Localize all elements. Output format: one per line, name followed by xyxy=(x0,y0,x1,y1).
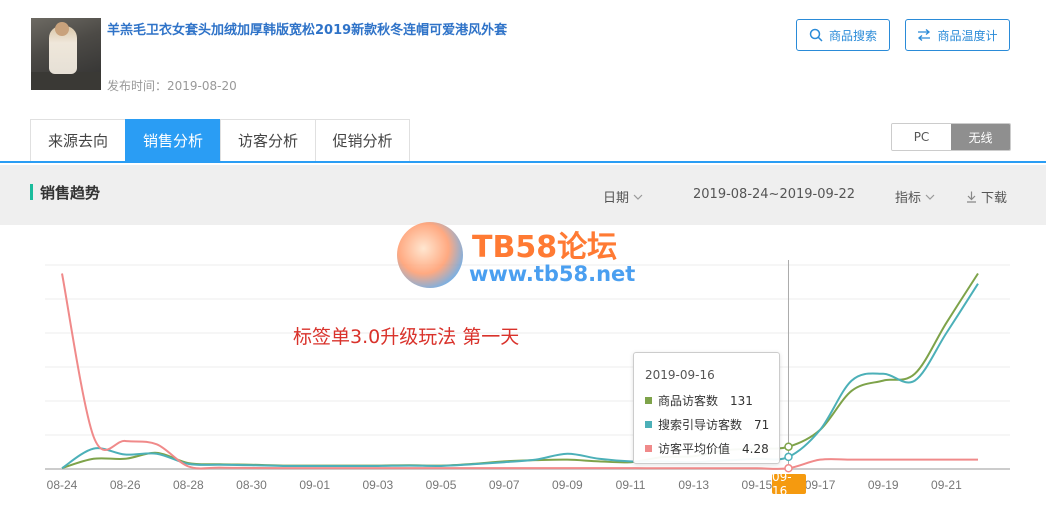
watermark-title: TB58论坛 xyxy=(472,230,618,265)
tab-sales-analysis[interactable]: 销售分析 xyxy=(125,119,220,162)
tab-underline xyxy=(0,161,1046,163)
tooltip-label: 搜索引导访客数 xyxy=(658,418,743,432)
download-button[interactable]: 下载 xyxy=(966,187,1007,206)
section-header: 销售趋势 日期 2019-08-24~2019-09-22 指标 下载 xyxy=(0,165,1046,225)
legend-swatch xyxy=(645,445,652,452)
chevron-down-icon xyxy=(925,194,935,200)
hand-logo-icon xyxy=(397,222,463,288)
x-tick-label: 09-11 xyxy=(616,478,646,492)
download-label: 下载 xyxy=(981,191,1008,206)
watermark-url: www.tb58.net xyxy=(469,262,636,286)
watermark: TB58论坛 www.tb58.net xyxy=(397,222,657,290)
swap-arrows-icon xyxy=(918,29,931,41)
tooltip-date: 2019-09-16 xyxy=(645,368,715,382)
x-tick-label: 08-30 xyxy=(236,478,267,492)
tooltip-row: 商品访客数 131 xyxy=(645,392,753,409)
chevron-down-icon xyxy=(633,194,643,200)
data-point-1[interactable] xyxy=(784,452,793,462)
tooltip-label: 商品访客数 xyxy=(658,394,719,408)
device-wireless-option[interactable]: 无线 xyxy=(951,124,1010,150)
x-tick-label: 09-17 xyxy=(805,478,836,492)
tooltip-value: 4.28 xyxy=(742,441,769,456)
x-tick-label: 09-21 xyxy=(931,478,962,492)
x-tick-label: 09-07 xyxy=(489,478,520,492)
chart-tooltip: 2019-09-16 商品访客数 131 搜索引导访客数 71 访客平均价值 4… xyxy=(633,352,780,464)
date-dropdown-label: 日期 xyxy=(603,191,630,206)
legend-swatch xyxy=(645,421,652,428)
x-tick-label: 09-13 xyxy=(678,478,709,492)
x-tick-label: 09-09 xyxy=(552,478,583,492)
series-line-0 xyxy=(61,272,979,470)
legend-swatch xyxy=(645,397,652,404)
product-search-button[interactable]: 商品搜索 xyxy=(796,19,890,51)
publish-time: 发布时间：2019-08-20 xyxy=(107,79,237,93)
device-pc-option[interactable]: PC xyxy=(892,124,951,150)
x-tick-label: 08-28 xyxy=(173,478,204,492)
tooltip-label: 访客平均价值 xyxy=(658,442,731,456)
product-thermometer-label: 商品温度计 xyxy=(937,28,998,43)
metric-dropdown-label: 指标 xyxy=(895,191,922,206)
section-title: 销售趋势 xyxy=(40,184,101,202)
tab-visitor-analysis[interactable]: 访客分析 xyxy=(220,119,315,162)
series-line-2 xyxy=(61,273,978,470)
section-accent xyxy=(30,184,33,200)
product-thumbnail[interactable] xyxy=(31,18,101,90)
series-line-1 xyxy=(61,283,979,470)
data-point-0[interactable] xyxy=(784,442,793,451)
product-search-label: 商品搜索 xyxy=(828,28,877,43)
x-tick-label: 08-24 xyxy=(47,478,78,492)
tooltip-value: 71 xyxy=(754,417,770,432)
product-title[interactable]: 羊羔毛卫衣女套头加绒加厚韩版宽松2019新款秋冬连帽可爱港风外套 xyxy=(107,19,507,38)
analysis-tabs: 来源去向 销售分析 访客分析 促销分析 xyxy=(30,119,410,162)
search-icon xyxy=(809,28,823,42)
metric-dropdown[interactable]: 指标 xyxy=(895,187,935,206)
tooltip-row: 访客平均价值 4.28 xyxy=(645,440,769,457)
x-tick-label: 09-05 xyxy=(426,478,457,492)
product-thermometer-button[interactable]: 商品温度计 xyxy=(905,19,1010,51)
download-icon xyxy=(967,191,976,203)
x-tick-label: 09-03 xyxy=(363,478,394,492)
tab-source[interactable]: 来源去向 xyxy=(30,119,125,162)
tab-promo-analysis[interactable]: 促销分析 xyxy=(315,119,410,162)
date-dropdown[interactable]: 日期 xyxy=(603,187,643,206)
x-axis-highlight: 09-16 xyxy=(772,470,806,498)
x-tick-label: 09-15 xyxy=(742,478,773,492)
annotation-text: 标签单3.0升级玩法 第一天 xyxy=(293,326,520,348)
x-tick-label: 09-01 xyxy=(299,478,330,492)
x-tick-label: 08-26 xyxy=(110,478,141,492)
tooltip-value: 131 xyxy=(730,393,753,408)
date-range[interactable]: 2019-08-24~2019-09-22 xyxy=(693,187,855,202)
x-tick-label: 09-19 xyxy=(868,478,899,492)
tooltip-row: 搜索引导访客数 71 xyxy=(645,416,769,433)
device-toggle: PC 无线 xyxy=(891,123,1011,151)
